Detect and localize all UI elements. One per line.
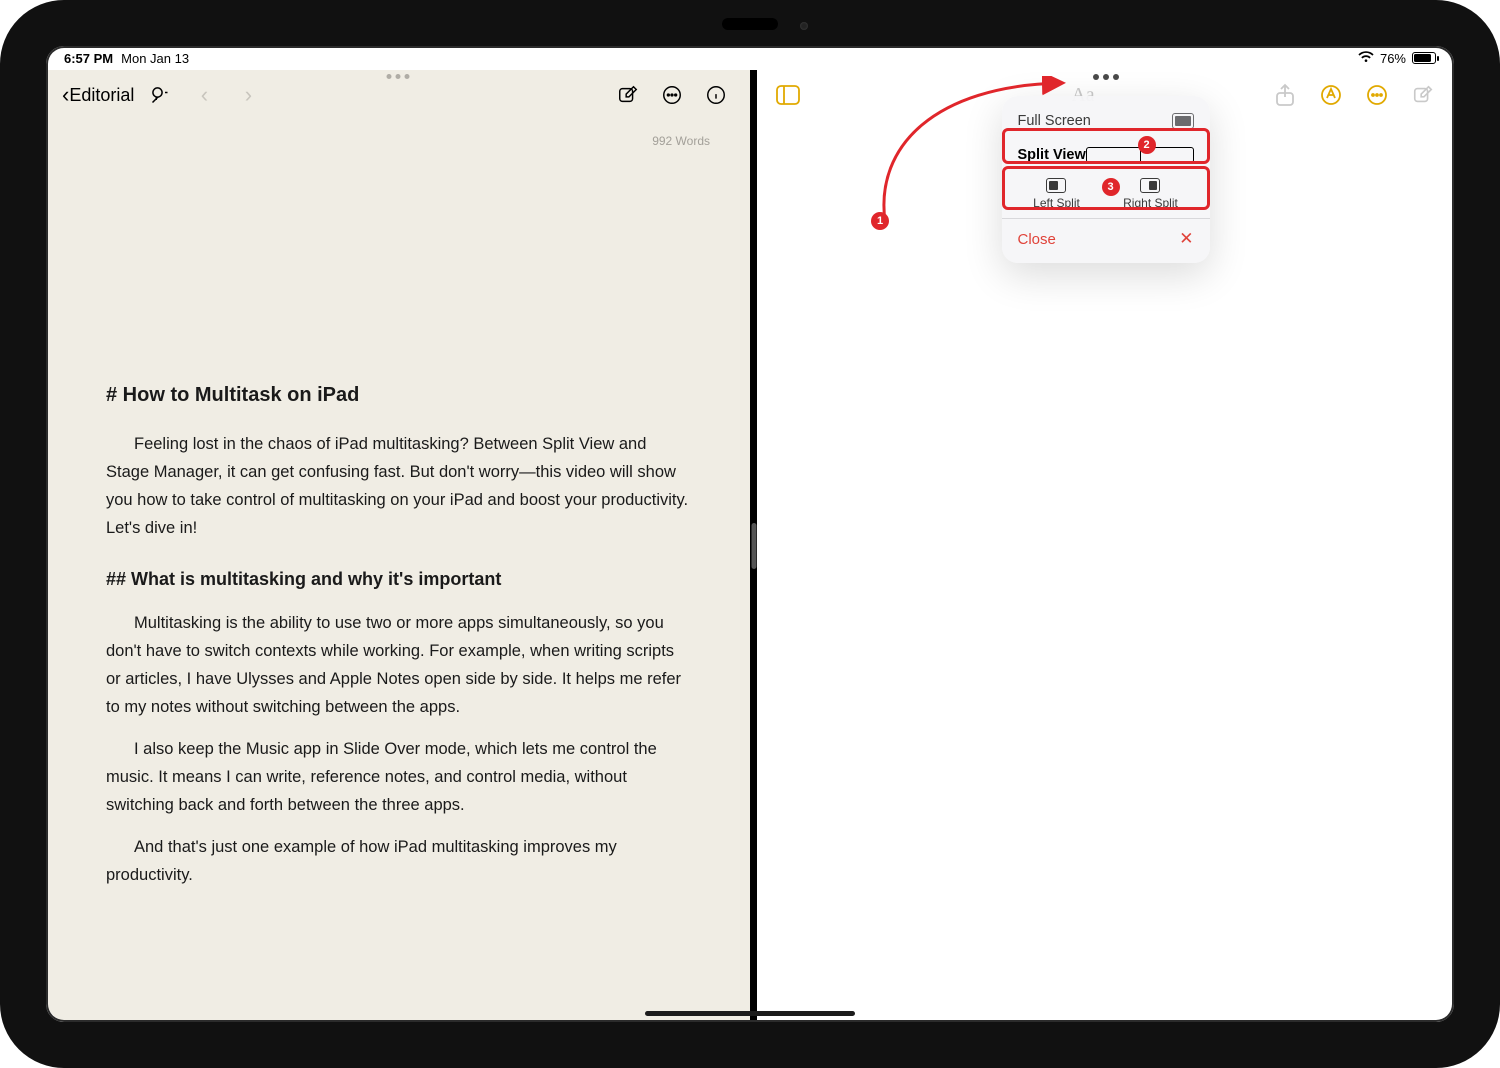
battery-percent: 76% (1380, 51, 1406, 66)
menu-close[interactable]: Close ✕ (1002, 219, 1210, 257)
doc-paragraph: I also keep the Music app in Slide Over … (106, 735, 690, 819)
multitask-dots-left[interactable] (387, 70, 410, 79)
right-split-option[interactable]: Right Split (1123, 178, 1178, 210)
home-indicator[interactable] (645, 1011, 855, 1016)
doc-paragraph: And that's just one example of how iPad … (106, 833, 690, 889)
annotation-step-1: 1 (871, 212, 889, 230)
back-button[interactable]: ‹ Editorial (62, 82, 134, 108)
nav-prev-button[interactable]: ‹ (186, 77, 222, 113)
close-label: Close (1018, 231, 1056, 248)
info-button[interactable] (698, 77, 734, 113)
new-note-button[interactable] (1408, 80, 1438, 110)
right-split-icon (1140, 178, 1160, 193)
sidebar-toggle-button[interactable] (773, 80, 803, 110)
more-button[interactable] (654, 77, 690, 113)
doc-paragraph: Feeling lost in the chaos of iPad multit… (106, 430, 690, 542)
search-button[interactable] (142, 77, 178, 113)
status-date: Mon Jan 13 (121, 51, 189, 66)
option-label: Left Split (1033, 196, 1080, 210)
doc-heading-1: # How to Multitask on iPad (106, 378, 690, 412)
chevron-left-icon: ‹ (201, 82, 208, 108)
annotation-step-2: 2 (1138, 136, 1156, 154)
menu-split-view[interactable]: Split View (1002, 138, 1210, 172)
right-app-panel: Aa Full Screen (757, 70, 1454, 1022)
left-split-option[interactable]: Left Split (1033, 178, 1080, 210)
left-split-icon (1046, 178, 1066, 193)
battery-icon (1412, 52, 1436, 64)
menu-full-screen[interactable]: Full Screen (1002, 104, 1210, 138)
share-button[interactable] (1270, 80, 1300, 110)
status-time: 6:57 PM (64, 51, 113, 66)
compose-button[interactable] (610, 77, 646, 113)
more-ellipsis-button[interactable] (1362, 80, 1392, 110)
full-screen-icon (1172, 113, 1194, 129)
chevron-right-icon: › (245, 82, 252, 108)
wifi-icon (1358, 51, 1374, 66)
chevron-left-icon: ‹ (62, 82, 69, 108)
option-label: Right Split (1123, 196, 1178, 210)
multitask-dots-right[interactable] (1093, 74, 1119, 80)
doc-paragraph: Multitasking is the ability to use two o… (106, 609, 690, 721)
markup-button[interactable] (1316, 80, 1346, 110)
left-app-panel: ‹ Editorial ‹ › (46, 70, 750, 1022)
back-label: Editorial (69, 85, 134, 106)
menu-label: Full Screen (1018, 113, 1091, 129)
doc-heading-2: ## What is multitasking and why it's imp… (106, 564, 690, 595)
word-count: 992 Words (46, 120, 750, 148)
menu-label: Split View (1018, 147, 1086, 163)
annotation-step-3: 3 (1102, 178, 1120, 196)
split-divider[interactable] (750, 70, 757, 1022)
close-icon: ✕ (1179, 229, 1193, 249)
nav-next-button[interactable]: › (230, 77, 266, 113)
status-bar: 6:57 PM Mon Jan 13 76% (46, 46, 1454, 70)
document-body[interactable]: # How to Multitask on iPad Feeling lost … (46, 378, 750, 933)
